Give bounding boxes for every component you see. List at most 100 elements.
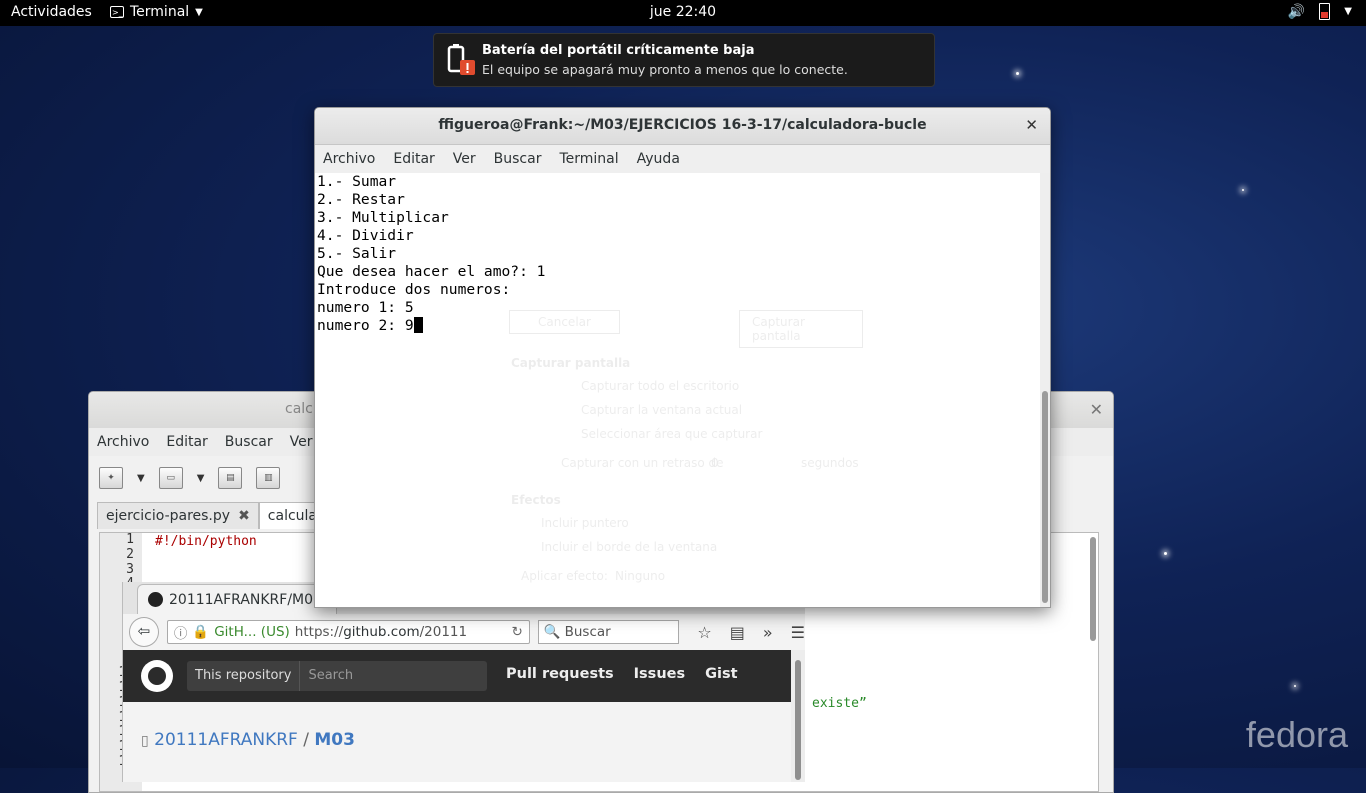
reader-view-icon[interactable]: ▤ [730,623,745,642]
nav-gist[interactable]: Gist [705,666,737,682]
browser-navbar: ⇦ ⓘ 🔒 GitH... (US) https://github.com/20… [123,614,805,650]
github-search[interactable]: This repository Search [187,661,487,691]
bookmark-star-icon[interactable]: ☆ [697,623,711,642]
github-logo-icon[interactable] [141,660,173,692]
nav-issues[interactable]: Issues [634,666,685,682]
line-number: 2 [126,546,134,562]
include-border: Incluir el borde de la ventana [541,540,718,554]
chevron-down-icon: ▼ [1344,6,1352,17]
close-icon[interactable]: ✖ [238,508,250,524]
menu-ayuda[interactable]: Ayuda [637,151,680,167]
notification-title: Batería del portátil críticamente baja [482,43,755,58]
browser-search-field[interactable]: 🔍 Buscar [537,620,680,644]
url-host: github.com [343,624,420,640]
menu-archivo[interactable]: Archivo [97,434,149,450]
section-capture: Capturar pantalla [511,356,631,370]
code-string-fragment: existe” [812,696,867,711]
top-bar: Actividades >_ Terminal ▼ jue 22:40 🔊 ▼ [0,0,1366,26]
github-header: This repository Search Pull requests Iss… [123,650,805,702]
menu-ver[interactable]: Ver [453,151,476,167]
app-menu-label: Terminal [130,4,190,20]
url-path: /20111 [419,624,468,640]
terminal-window[interactable]: ffigueroa@Frank:~/M03/EJERCICIOS 16-3-17… [314,107,1051,608]
tab-ejercicio-pares[interactable]: ejercicio-pares.py ✖ [97,502,259,529]
delay-label: Capturar con un retraso de [561,456,724,470]
clock[interactable]: jue 22:40 [650,4,716,20]
url-bar[interactable]: ⓘ 🔒 GitH... (US) https://github.com/2011… [166,620,530,644]
star [1016,72,1019,75]
menu-editar[interactable]: Editar [393,151,434,167]
browser-tab[interactable]: 20111AFRANKRF/M03 [137,584,337,614]
editor-tabs: ejercicio-pares.py ✖ calculador [97,502,350,529]
battery-alert-icon [1319,3,1331,20]
terminal-menubar: Archivo Editar Ver Buscar Terminal Ayuda [315,145,1050,174]
tab-label: ejercicio-pares.py [106,508,231,524]
terminal-output-area[interactable]: 1.- Sumar 2.- Restar 3.- Multiplicar 4.-… [315,173,1040,607]
screenshot-dialog-ghost: Cancelar Capturar pantalla Capturar pant… [503,306,863,612]
terminal-scrollbar[interactable] [1040,173,1050,607]
terminal-titlebar[interactable]: ffigueroa@Frank:~/M03/EJERCICIOS 16-3-17… [315,108,1050,145]
browser-window[interactable]: 20111AFRANKRF/M03 ⇦ ⓘ 🔒 GitH... (US) htt… [122,582,805,782]
opt-window: Capturar la ventana actual [581,403,743,417]
overflow-chevrons-icon[interactable]: » [763,623,773,642]
site-identity[interactable]: GitH... (US) [214,624,290,640]
system-tray[interactable]: 🔊 ▼ [1288,3,1352,20]
browser-tab-title: 20111AFRANKRF/M03 [169,591,322,608]
github-favicon-icon [148,592,163,607]
github-search-input[interactable]: Search [300,661,361,691]
print-icon[interactable]: ▥ [256,467,281,489]
code-line-shebang: #!/bin/python [155,534,257,549]
opt-desktop: Capturar todo el escritorio [581,379,740,393]
chevron-down-icon[interactable]: ▼ [137,473,145,484]
menu-archivo[interactable]: Archivo [323,151,375,167]
repo-book-icon: ▯ [141,733,149,749]
app-menu[interactable]: >_ Terminal ▼ [110,4,203,20]
hamburger-menu-icon[interactable]: ☰ [791,623,805,642]
browser-scrollbar[interactable] [791,650,805,782]
back-button[interactable]: ⇦ [129,617,159,647]
repo-name-link[interactable]: M03 [314,730,355,750]
terminal-icon: >_ [110,6,124,18]
line-number: 3 [126,561,134,577]
search-icon: 🔍 [543,624,561,640]
notification-body: El equipo se apagará muy pronto a menos … [482,62,848,77]
volume-icon: 🔊 [1287,3,1306,20]
section-effects: Efectos [511,493,561,507]
breadcrumb-separator: / [303,730,309,750]
apply-effect: Aplicar efecto: [521,569,608,583]
github-nav: Pull requests Issues Gist [506,666,738,682]
save-icon[interactable]: ▤ [218,467,243,489]
nav-pull-requests[interactable]: Pull requests [506,666,614,682]
repo-owner-link[interactable]: 20111AFRANKRF [154,730,298,750]
menu-ver[interactable]: Ver [290,434,313,450]
repo-breadcrumb: ▯ 20111AFRANKRF / M03 [141,730,355,750]
fedora-logo: fedora [1245,714,1348,755]
close-icon[interactable]: ✕ [1090,400,1103,419]
menu-buscar[interactable]: Buscar [494,151,542,167]
chevron-down-icon: ▼ [195,6,203,18]
editor-title: calc [285,401,313,417]
battery-notification[interactable]: Batería del portátil críticamente baja E… [433,33,935,87]
open-folder-icon[interactable]: ▭ [158,467,183,489]
terminal-title: ffigueroa@Frank:~/M03/EJERCICIOS 16-3-17… [438,117,927,133]
opt-area: Seleccionar área que capturar [581,427,763,441]
close-icon[interactable]: ✕ [1025,116,1038,134]
new-document-icon[interactable]: ✦ [99,467,123,489]
battery-warning-icon [447,44,475,75]
include-pointer: Incluir puntero [541,516,629,530]
menu-editar[interactable]: Editar [166,434,207,450]
star [1294,685,1296,687]
search-scope[interactable]: This repository [187,661,301,691]
editor-scrollbar[interactable] [1090,537,1096,641]
reload-icon[interactable]: ↻ [511,624,522,640]
effect-value: Ninguno [615,569,666,583]
chevron-down-icon[interactable]: ▼ [197,473,205,484]
url-scheme: https:// [294,624,344,640]
info-icon[interactable]: ⓘ [174,622,188,642]
star [1242,189,1244,191]
star [1164,552,1167,555]
cancel-button: Cancelar [509,310,620,334]
activities-button[interactable]: Actividades [11,4,92,20]
menu-buscar[interactable]: Buscar [225,434,273,450]
menu-terminal[interactable]: Terminal [559,151,618,167]
